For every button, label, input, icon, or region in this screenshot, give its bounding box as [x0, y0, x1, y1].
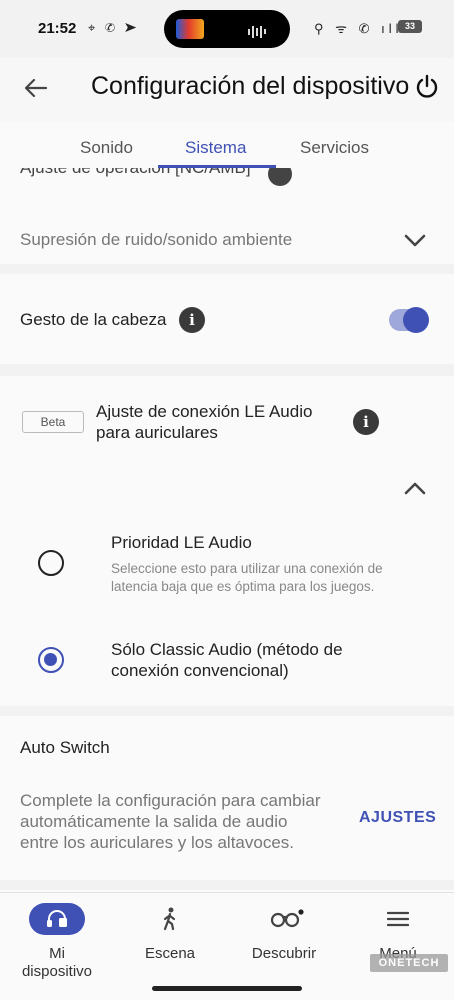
settings-content[interactable]: Ajuste de operación [NC/AMB] Supresión d… — [0, 168, 454, 892]
active-nav-pill — [29, 903, 85, 935]
tab-sonido[interactable]: Sonido — [80, 138, 133, 158]
radio-classic-audio[interactable] — [38, 647, 64, 673]
battery-icon: 33 — [398, 20, 422, 33]
le-audio-card: Beta Ajuste de conexión LE Audio para au… — [0, 376, 454, 706]
nav-label: Escena — [144, 945, 196, 962]
auto-switch-card: Auto Switch Complete la configuración pa… — [0, 716, 454, 880]
option-classic-audio-line2: conexión convencional) — [111, 661, 289, 680]
noise-control-card: Ajuste de operación [NC/AMB] Supresión d… — [0, 168, 454, 264]
ajustes-button[interactable]: AJUSTES — [359, 809, 436, 827]
head-gesture-label: Gesto de la cabeza — [20, 310, 167, 329]
head-gesture-card: Gesto de la cabeza i — [0, 274, 454, 364]
le-audio-title-line1: Ajuste de conexión LE Audio — [96, 402, 313, 421]
tab-sistema[interactable]: Sistema — [185, 138, 246, 158]
head-gesture-toggle[interactable] — [389, 307, 429, 333]
power-icon[interactable] — [414, 74, 440, 100]
headphones-icon — [47, 910, 67, 927]
audio-wave-icon — [248, 23, 276, 38]
walking-person-icon — [163, 907, 176, 931]
beta-badge: Beta — [22, 411, 84, 433]
arrow-left-icon[interactable] — [22, 74, 50, 102]
status-bar: 21:52 ⌖ ✆ ➤ ⚲ ᯤ ✆ ıll 33 — [0, 0, 454, 58]
option-le-audio-desc-line1: Seleccione esto para utilizar una conexi… — [111, 561, 383, 576]
option-le-audio-title: Prioridad LE Audio — [111, 533, 252, 552]
auto-switch-desc-line3: entre los auriculares y los altavoces. — [20, 833, 295, 852]
info-icon[interactable]: i — [353, 409, 379, 435]
nav-menu[interactable]: Menú — [342, 893, 454, 993]
option-classic-audio-line1: Sólo Classic Audio (método de — [111, 640, 343, 659]
dynamic-island[interactable] — [164, 10, 290, 48]
app-header: Configuración del dispositivo — [0, 58, 454, 122]
notification-icons: ⌖ ✆ ➤ — [88, 20, 140, 35]
nav-label-line1: Mi — [49, 945, 65, 962]
status-time: 21:52 — [38, 20, 77, 37]
nav-label-line2: dispositivo — [21, 963, 93, 980]
noise-setting-heading: Ajuste de operación [NC/AMB] — [20, 168, 251, 178]
toggle-knob — [403, 307, 429, 333]
bottom-navigation: Mi dispositivo Escena Descubrir Menú — [0, 892, 454, 1000]
tab-bar: Sonido Sistema Servicios — [0, 122, 454, 168]
album-art-icon — [176, 19, 204, 39]
home-indicator[interactable] — [152, 986, 302, 991]
chevron-up-icon[interactable] — [402, 476, 428, 502]
binoculars-icon — [270, 909, 304, 928]
le-audio-title-line2: para auriculares — [96, 423, 218, 442]
option-le-audio-desc-line2: latencia baja que es óptima para los jue… — [111, 579, 375, 594]
nav-descubrir[interactable]: Descubrir — [226, 893, 342, 993]
noise-dropdown-label[interactable]: Supresión de ruido/sonido ambiente — [20, 230, 292, 250]
info-icon[interactable] — [268, 168, 292, 186]
nav-label: Descubrir — [251, 945, 317, 962]
auto-switch-desc-line1: Complete la configuración para cambiar — [20, 791, 321, 810]
auto-switch-title: Auto Switch — [20, 738, 110, 757]
radio-selected-dot — [44, 653, 57, 666]
radio-le-audio-priority[interactable] — [38, 550, 64, 576]
menu-icon — [387, 911, 409, 927]
nav-mi-dispositivo[interactable]: Mi dispositivo — [0, 893, 114, 993]
page-title: Configuración del dispositivo — [91, 72, 410, 100]
auto-switch-desc-line2: automáticamente la salida de audio — [20, 812, 288, 831]
watermark-logo: ONETECH — [370, 954, 448, 972]
active-tab-indicator — [158, 165, 276, 168]
tab-servicios[interactable]: Servicios — [300, 138, 369, 158]
chevron-down-icon[interactable] — [402, 227, 428, 253]
info-icon[interactable]: i — [179, 307, 205, 333]
system-icons: ⚲ ᯤ ✆ ıll — [314, 21, 403, 36]
nav-escena[interactable]: Escena — [114, 893, 226, 993]
